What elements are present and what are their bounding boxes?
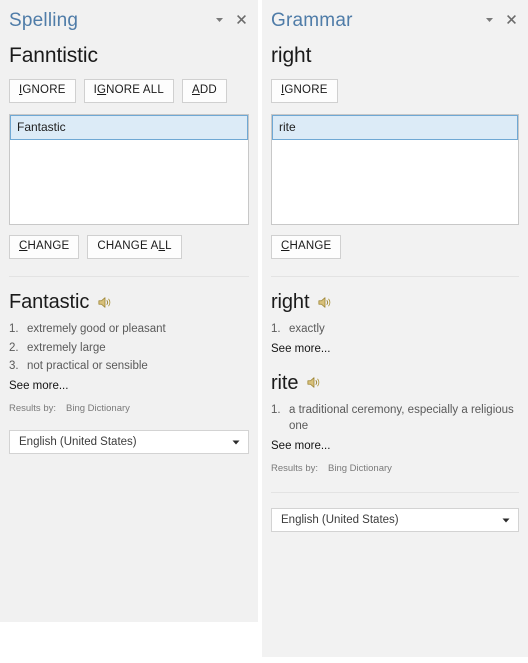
see-more-link[interactable]: See more... xyxy=(271,439,519,454)
grammar-action-buttons: IGNORE xyxy=(271,79,519,103)
change-button[interactable]: CHANGE xyxy=(271,235,342,259)
sense-text: not practical or sensible xyxy=(27,360,148,372)
grammar-headword: right xyxy=(271,44,312,67)
spelling-language-select[interactable]: English (United States) xyxy=(9,429,249,454)
spelling-divider xyxy=(9,276,249,277)
ignore-button[interactable]: IGNORE xyxy=(271,79,338,103)
grammar-language-select[interactable]: English (United States) xyxy=(271,507,519,532)
definition-word: rite xyxy=(271,371,299,394)
sense-number: 1. xyxy=(9,323,19,335)
definition-sense-list: 1. a traditional ceremony, especially a r… xyxy=(271,402,519,435)
grammar-title-buttons xyxy=(483,13,518,26)
spelling-language-value: English (United States) xyxy=(19,435,137,448)
grammar-definition-header-1: right xyxy=(271,290,519,314)
sense-text: extremely good or pleasant xyxy=(27,323,166,335)
ignore-all-button[interactable]: IGNORE ALL xyxy=(83,79,174,103)
grammar-pane: Grammar right IGNORE rite CHANGE right 1… xyxy=(262,0,528,657)
sense-text: extremely large xyxy=(27,341,106,354)
speaker-icon[interactable] xyxy=(307,376,321,389)
results-by: Results by: Bing Dictionary xyxy=(9,403,249,415)
spelling-suggestion-list[interactable]: Fantastic xyxy=(9,114,249,225)
change-all-button[interactable]: CHANGE ALL xyxy=(87,235,182,259)
chevron-down-icon[interactable] xyxy=(213,13,226,26)
caret-down-icon[interactable] xyxy=(501,515,511,525)
speaker-icon[interactable] xyxy=(98,296,112,309)
sense-number: 1. xyxy=(271,403,281,416)
list-item[interactable]: Fantastic xyxy=(10,115,248,140)
list-item: 1. a traditional ceremony, especially a r… xyxy=(271,402,519,435)
spelling-headword: Fanntistic xyxy=(9,44,98,67)
list-item: 3. not practical or sensible xyxy=(9,358,249,375)
definition-sense-list: 1. extremely good or pleasant 2. extremely… xyxy=(9,321,249,375)
grammar-change-buttons: CHANGE xyxy=(271,235,519,259)
close-icon[interactable] xyxy=(505,13,518,26)
results-by-source: Bing Dictionary xyxy=(328,462,392,474)
spelling-definition-header: Fantastic xyxy=(9,290,249,314)
results-by-label: Results by: xyxy=(9,402,56,414)
grammar-suggestion-list[interactable]: rite xyxy=(271,114,519,225)
sense-text: a traditional ceremony, especially a rel… xyxy=(289,403,514,433)
grammar-definition-block-2: rite 1. a traditional ceremony, especiall… xyxy=(271,371,519,475)
list-item: 1. extremely good or pleasant xyxy=(9,321,249,338)
ignore-button[interactable]: IGNORE xyxy=(9,79,76,103)
grammar-pane-title: Grammar xyxy=(271,10,353,31)
results-by-source: Bing Dictionary xyxy=(66,402,130,414)
close-icon[interactable] xyxy=(235,13,248,26)
spelling-definition-block: Fantastic 1. extremely good or pleasant 2… xyxy=(9,290,249,415)
spelling-change-buttons: CHANGE CHANGE ALL xyxy=(9,235,249,259)
sense-number: 2. xyxy=(9,341,19,354)
results-by-label: Results by: xyxy=(271,462,318,474)
change-button[interactable]: CHANGE xyxy=(9,235,80,259)
grammar-divider xyxy=(271,276,519,277)
see-more-link[interactable]: See more... xyxy=(271,342,519,357)
grammar-definition-header-2: rite xyxy=(271,371,519,395)
results-by: Results by: Bing Dictionary xyxy=(271,463,519,475)
spelling-action-buttons: IGNORE IGNORE ALL ADD xyxy=(9,79,249,103)
sense-number: 1. xyxy=(271,323,281,335)
list-item[interactable]: rite xyxy=(272,115,518,140)
grammar-language-value: English (United States) xyxy=(281,513,399,526)
grammar-definition-block-1: right 1. exactly See more... xyxy=(271,290,519,357)
caret-down-icon[interactable] xyxy=(231,437,241,447)
add-button[interactable]: ADD xyxy=(182,79,227,103)
chevron-down-icon[interactable] xyxy=(483,13,496,26)
grammar-title-row: Grammar xyxy=(271,10,519,36)
definition-sense-list: 1. exactly xyxy=(271,321,519,338)
list-item: 1. exactly xyxy=(271,321,519,338)
grammar-bottom-divider xyxy=(271,491,519,493)
list-item: 2. extremely large xyxy=(9,340,249,357)
spelling-title-row: Spelling xyxy=(9,10,249,36)
spelling-pane: Spelling Fanntistic IGNORE IGNORE ALL AD… xyxy=(0,0,258,622)
sense-number: 3. xyxy=(9,360,19,372)
spelling-title-buttons xyxy=(213,13,248,26)
see-more-link[interactable]: See more... xyxy=(9,379,249,394)
definition-word: Fantastic xyxy=(9,291,90,313)
speaker-icon[interactable] xyxy=(318,296,332,309)
definition-word: right xyxy=(271,291,310,313)
sense-text: exactly xyxy=(289,323,325,335)
